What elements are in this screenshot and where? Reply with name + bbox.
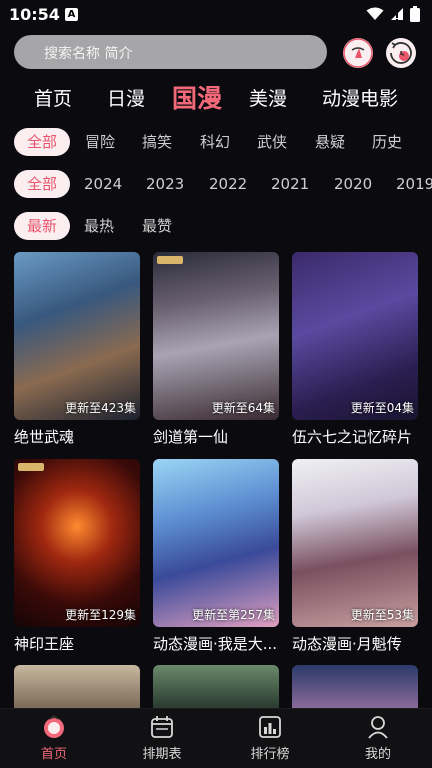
playback-record-button[interactable]	[343, 38, 373, 68]
episode-label: 更新至04集	[350, 401, 414, 415]
wifi-icon	[366, 7, 384, 20]
tab-anime-movies[interactable]: 动漫电影	[322, 84, 398, 111]
search-bar[interactable]: 搜索名称 简介	[14, 35, 327, 69]
anime-poster[interactable]: 更新至64集	[153, 252, 279, 420]
year-filter-row: 全部 2024 2023 2022 2021 2020 2019	[0, 170, 432, 200]
year-2023-chip[interactable]: 2023	[146, 170, 184, 198]
sort-latest-chip[interactable]: 最新	[14, 212, 71, 240]
genre-adventure-chip[interactable]: 冒险	[85, 128, 115, 156]
year-2019-chip[interactable]: 2019	[396, 170, 432, 198]
history-clock-icon	[390, 42, 412, 64]
anime-title: 剑道第一仙	[153, 428, 229, 446]
genre-scifi-chip[interactable]: 科幻	[200, 128, 230, 156]
nav-home[interactable]: 首页	[0, 715, 108, 762]
calendar-icon	[151, 716, 173, 738]
notification-a-icon: A	[65, 8, 78, 21]
ranking-icon	[259, 716, 281, 738]
year-2021-chip[interactable]: 2021	[271, 170, 309, 198]
anime-title: 绝世武魂	[14, 428, 75, 446]
category-tabs: 首页 日漫 国漫 美漫 动漫电影	[0, 79, 432, 115]
genre-all-chip[interactable]: 全部	[14, 128, 71, 156]
anime-poster[interactable]: 更新至04集	[292, 252, 418, 420]
nav-profile-label: 我的	[364, 747, 391, 762]
tab-american-anime[interactable]: 美漫	[249, 84, 287, 111]
anime-poster[interactable]	[153, 665, 279, 708]
anime-poster[interactable]: 更新至423集	[14, 252, 140, 420]
genre-wuxia-chip[interactable]: 武侠	[257, 128, 287, 156]
year-all-chip[interactable]: 全部	[14, 170, 71, 198]
year-2024-chip[interactable]: 2024	[84, 170, 122, 198]
status-icons	[366, 6, 420, 22]
episode-label: 更新至129集	[65, 608, 136, 622]
episode-label: 更新至第257集	[192, 608, 275, 622]
genre-filter-row: 全部 冒险 搞笑 科幻 武侠 悬疑 历史	[0, 128, 432, 158]
signal-icon	[391, 8, 403, 20]
nav-schedule[interactable]: 排期表	[108, 715, 216, 762]
bottom-navigation: 首页 排期表 排行榜 我的	[0, 708, 432, 768]
battery-icon	[410, 6, 420, 22]
sort-top-rated-chip[interactable]: 最赞	[142, 212, 172, 240]
genre-mystery-chip[interactable]: 悬疑	[315, 128, 345, 156]
status-time: 10:54	[9, 5, 60, 24]
year-2022-chip[interactable]: 2022	[209, 170, 247, 198]
nav-ranking-label: 排行榜	[250, 747, 290, 762]
sort-filter-row: 最新 最热 最赞	[0, 212, 432, 242]
hand-pointer-icon	[343, 38, 373, 68]
genre-history-chip[interactable]: 历史	[372, 128, 402, 156]
platform-badge	[18, 463, 44, 471]
genre-comedy-chip[interactable]: 搞笑	[142, 128, 172, 156]
platform-badge	[157, 256, 183, 264]
profile-icon	[368, 716, 388, 739]
anime-title: 动态漫画·我是大...	[153, 635, 278, 653]
tab-japanese-anime[interactable]: 日漫	[107, 84, 145, 111]
tab-home[interactable]: 首页	[34, 84, 72, 111]
anime-poster[interactable]: 更新至第257集	[153, 459, 279, 627]
episode-label: 更新至64集	[211, 401, 275, 415]
tab-chinese-anime[interactable]: 国漫	[172, 79, 222, 115]
anime-title: 伍六七之记忆碎片	[292, 428, 413, 446]
history-button[interactable]	[386, 38, 416, 68]
anime-poster[interactable]: 更新至129集	[14, 459, 140, 627]
status-bar: 10:54 A	[0, 0, 432, 30]
anime-title: 神印王座	[14, 635, 75, 653]
anime-title: 动态漫画·月魁传	[292, 635, 402, 653]
episode-label: 更新至53集	[350, 608, 414, 622]
nav-home-label: 首页	[40, 747, 67, 762]
sort-hottest-chip[interactable]: 最热	[84, 212, 114, 240]
episode-label: 更新至423集	[65, 401, 136, 415]
nav-ranking[interactable]: 排行榜	[216, 715, 324, 762]
nav-profile[interactable]: 我的	[324, 715, 432, 762]
home-icon	[44, 715, 64, 738]
anime-poster[interactable]	[14, 665, 140, 708]
search-placeholder: 搜索名称 简介	[44, 46, 133, 62]
anime-poster[interactable]: 更新至53集	[292, 459, 418, 627]
anime-poster[interactable]	[292, 665, 418, 708]
year-2020-chip[interactable]: 2020	[334, 170, 372, 198]
nav-schedule-label: 排期表	[142, 747, 182, 762]
